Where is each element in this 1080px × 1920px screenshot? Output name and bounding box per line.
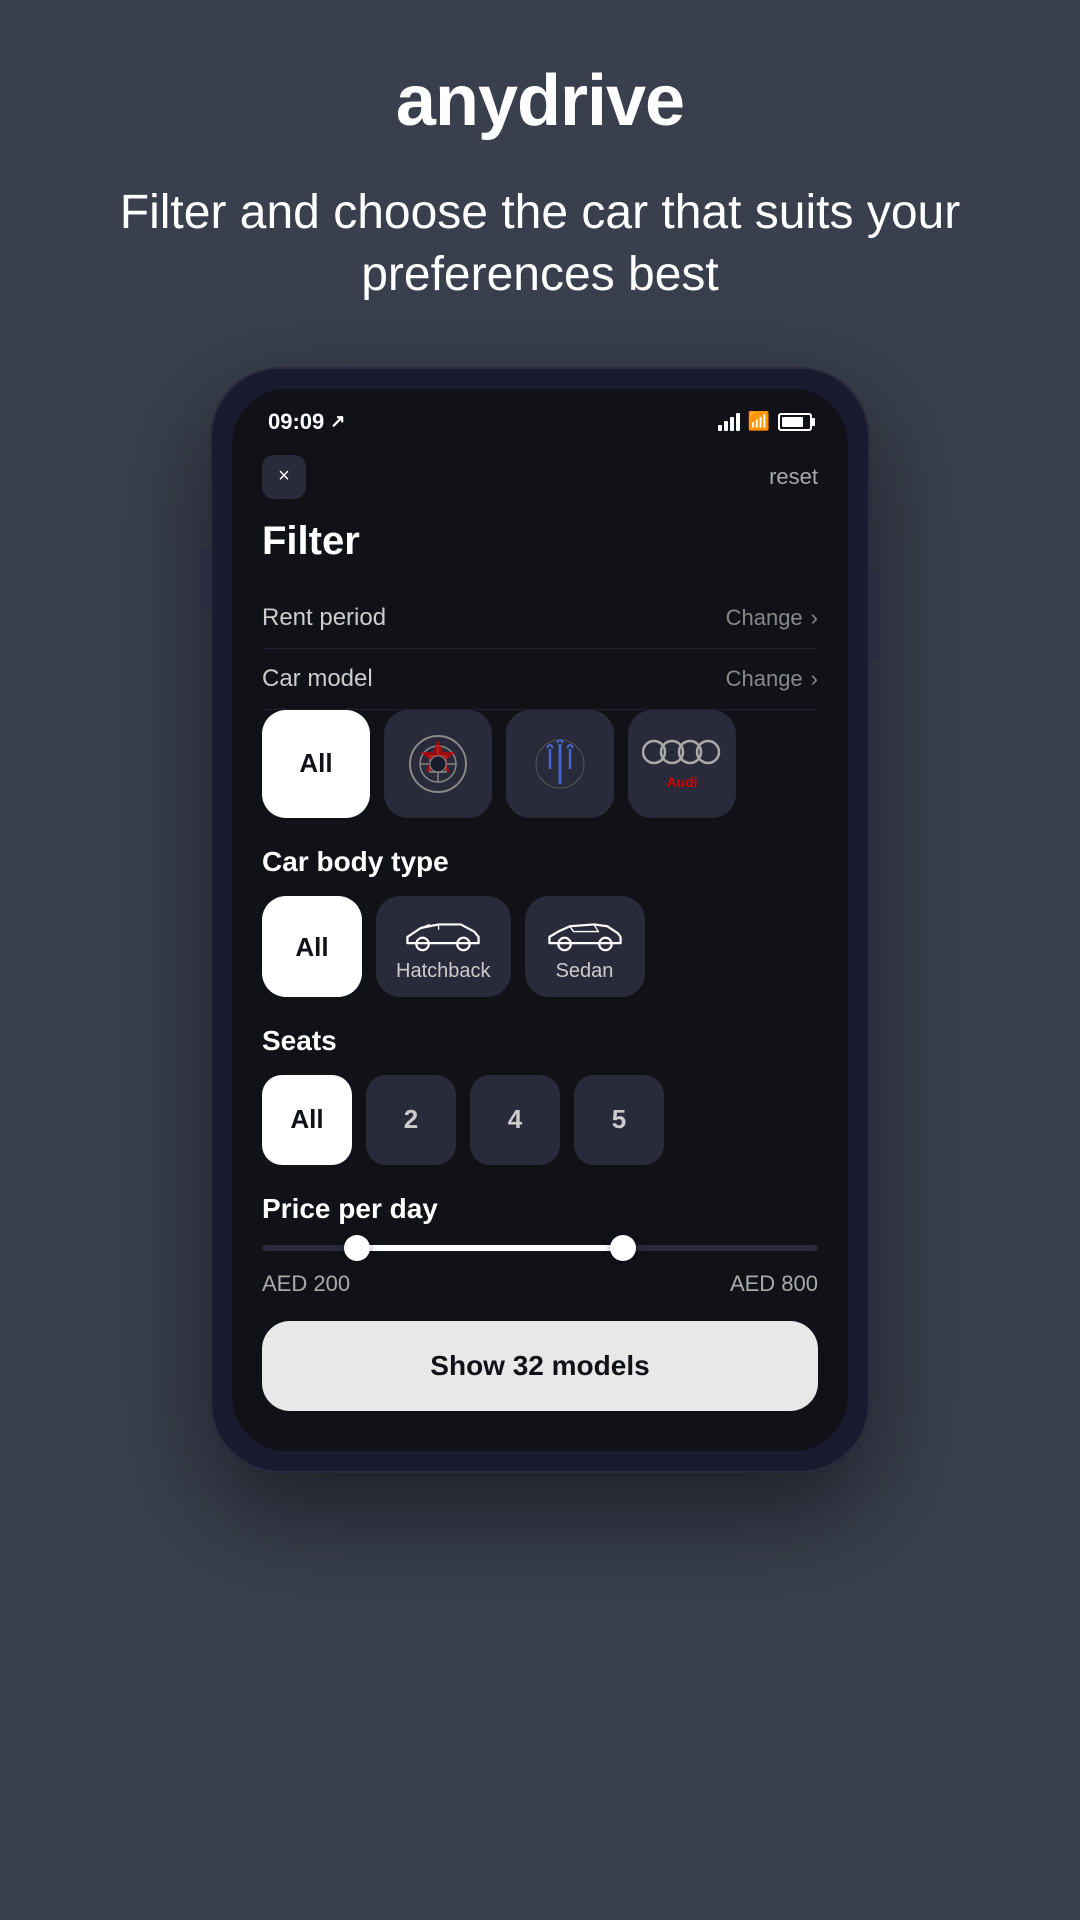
app-subtitle: Filter and choose the car that suits you… (0, 182, 1080, 307)
car-model-chevron: › (811, 666, 818, 692)
phone-mockup: 09:09 ↗ 📶 × reset (210, 367, 870, 1473)
body-type-hatchback[interactable]: Hatchback (376, 896, 511, 997)
phone-screen: 09:09 ↗ 📶 × reset (232, 389, 848, 1451)
brand-item-maserati[interactable] (506, 710, 614, 818)
app-title: anydrive (396, 60, 684, 142)
signal-icon (718, 413, 740, 431)
price-slider-track[interactable] (262, 1245, 818, 1251)
car-model-change: Change (726, 666, 803, 692)
price-max-label: AED 800 (730, 1271, 818, 1297)
rent-period-change: Change (726, 605, 803, 631)
reset-button[interactable]: reset (769, 464, 818, 490)
price-section-title: Price per day (262, 1193, 818, 1225)
price-labels: AED 200 AED 800 (262, 1271, 818, 1297)
rent-period-action[interactable]: Change › (726, 605, 818, 631)
hatchback-label: Hatchback (396, 960, 491, 983)
rent-period-row[interactable]: Rent period Change › (262, 588, 818, 649)
brand-item-audi[interactable]: Audi (628, 710, 736, 818)
status-bar: 09:09 ↗ 📶 (232, 389, 848, 445)
seats-5[interactable]: 5 (574, 1075, 664, 1165)
price-slider-min-thumb[interactable] (344, 1235, 370, 1261)
audi-logo: Audi (642, 737, 722, 790)
wifi-icon: 📶 (748, 411, 770, 432)
price-slider-max-thumb[interactable] (610, 1235, 636, 1261)
status-icons: 📶 (718, 411, 812, 432)
filter-panel: × reset Filter Rent period Change › Car … (232, 445, 848, 1451)
close-button[interactable]: × (262, 455, 306, 499)
brand-grid: All (262, 710, 818, 818)
filter-title: Filter (262, 519, 818, 564)
location-icon: ↗ (330, 411, 345, 432)
brand-item-all[interactable]: All (262, 710, 370, 818)
sedan-label: Sedan (556, 960, 614, 983)
show-models-button[interactable]: Show 32 models (262, 1321, 818, 1411)
price-range: AED 200 AED 800 (262, 1245, 818, 1297)
brand-item-porsche[interactable] (384, 710, 492, 818)
body-type-all[interactable]: All (262, 896, 362, 997)
rent-period-label: Rent period (262, 604, 386, 632)
seats-2[interactable]: 2 (366, 1075, 456, 1165)
car-model-row[interactable]: Car model Change › (262, 649, 818, 710)
battery-icon (778, 413, 812, 431)
status-time: 09:09 ↗ (268, 409, 345, 435)
brand-all-label: All (299, 748, 332, 779)
car-model-label: Car model (262, 665, 373, 693)
price-slider-fill (357, 1245, 624, 1251)
body-type-section-title: Car body type (262, 846, 818, 878)
car-model-action[interactable]: Change › (726, 666, 818, 692)
body-type-sedan[interactable]: Sedan (525, 896, 645, 997)
rent-period-chevron: › (811, 605, 818, 631)
body-type-grid: All Hatchback (262, 896, 818, 997)
seats-all[interactable]: All (262, 1075, 352, 1165)
seats-section-title: Seats (262, 1025, 818, 1057)
seats-4[interactable]: 4 (470, 1075, 560, 1165)
seats-grid: All 2 4 5 (262, 1075, 818, 1165)
filter-header: × reset (262, 455, 818, 499)
price-min-label: AED 200 (262, 1271, 350, 1297)
